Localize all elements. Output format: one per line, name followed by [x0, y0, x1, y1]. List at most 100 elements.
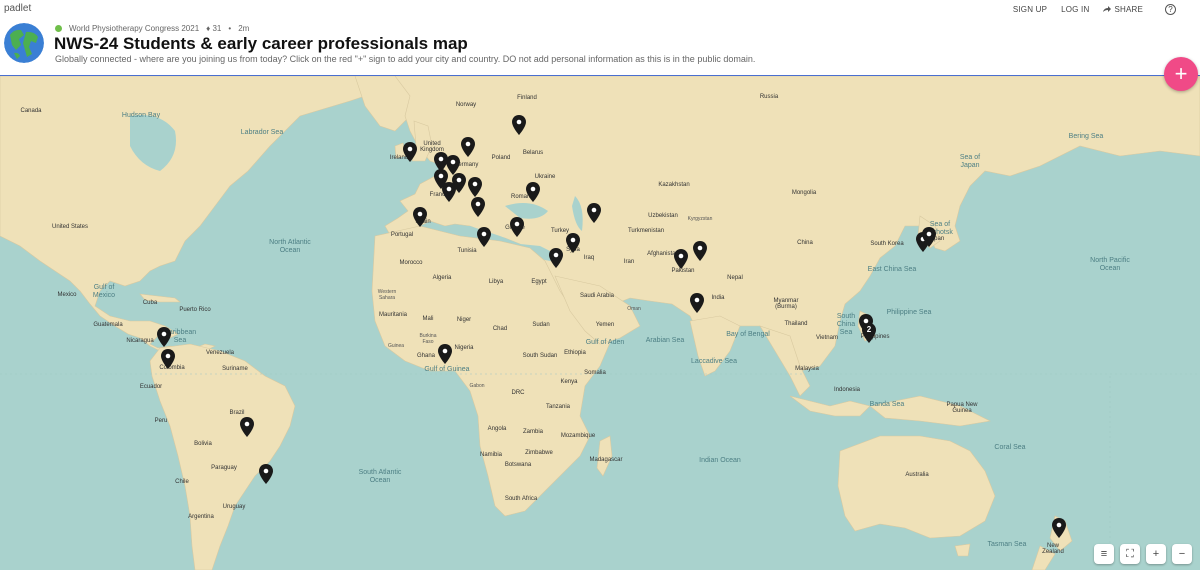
label-nepal: Nepal: [727, 275, 743, 281]
help-icon[interactable]: ?: [1165, 4, 1176, 15]
label-peru: Peru: [154, 418, 168, 424]
map-marker-japan[interactable]: [922, 227, 936, 247]
map-marker-pakistan[interactable]: [674, 249, 688, 269]
map-marker-tunisia[interactable]: [477, 227, 491, 247]
brand-logo[interactable]: padlet: [4, 3, 31, 14]
label-coral-sea: Coral Sea: [994, 444, 1026, 451]
label-drc: DRC: [511, 390, 525, 396]
map-marker-brazil[interactable]: [240, 417, 254, 437]
label-russia: Russia: [759, 94, 779, 100]
label-somalia: Somalia: [584, 370, 606, 376]
map-pin-icon: [413, 207, 427, 227]
map-pin-icon: [549, 248, 563, 268]
org-name[interactable]: World Physiotherapy Congress 2021: [69, 24, 199, 33]
share-label: SHARE: [1114, 5, 1143, 14]
label-cuba: Cuba: [142, 300, 158, 306]
label-kyrgyzstan: Kyrgyzstan: [687, 216, 713, 222]
post-count: ♦ 31: [206, 24, 222, 33]
label-iraq: Iraq: [583, 255, 595, 261]
map-marker-panama[interactable]: [157, 327, 171, 347]
map-marker-spain[interactable]: [413, 207, 427, 227]
map-marker-lebanon[interactable]: [549, 248, 563, 268]
label-mali: Mali: [422, 316, 434, 322]
label-mongolia: Mongolia: [791, 190, 817, 196]
label-ghana: Ghana: [416, 353, 436, 359]
map-marker-ireland[interactable]: [403, 142, 417, 162]
map-marker-brazil[interactable]: [259, 464, 273, 484]
share-button[interactable]: SHARE: [1103, 5, 1143, 14]
label-south-korea: South Korea: [870, 241, 904, 247]
label-botswana: Botswana: [504, 462, 532, 468]
label-mauritania: Mauritania: [378, 312, 408, 318]
label-indonesia: Indonesia: [833, 387, 861, 393]
map-marker-pakistan[interactable]: [693, 241, 707, 261]
map-marker-new-zealand[interactable]: [1052, 518, 1066, 538]
label-tanzania: Tanzania: [545, 404, 571, 410]
fullscreen-button[interactable]: ⛶: [1120, 544, 1140, 564]
label-zimbabwe: Zimbabwe: [525, 450, 553, 456]
label-nicaragua: Nicaragua: [126, 338, 154, 344]
map-marker-austria[interactable]: [468, 177, 482, 197]
page-subtitle: Globally connected - where are you joini…: [55, 54, 756, 64]
label-labrador-sea: Labrador Sea: [240, 129, 284, 136]
label-malaysia: Malaysia: [795, 366, 819, 372]
map-marker-greece[interactable]: [510, 217, 524, 237]
map-marker-finland[interactable]: [512, 115, 526, 135]
label-suriname: Suriname: [222, 366, 248, 372]
map-marker-romania[interactable]: [526, 182, 540, 202]
add-post-button[interactable]: +: [1164, 57, 1198, 91]
label-brazil: Brazil: [229, 410, 245, 416]
label-venezuela: Venezuela: [205, 350, 235, 356]
map-pin-icon: [461, 137, 475, 157]
map-marker-india[interactable]: [690, 293, 704, 313]
label-ukraine: Ukraine: [534, 174, 556, 180]
map-marker-turkey[interactable]: [566, 233, 580, 253]
label-ethiopia: Ethiopia: [564, 350, 586, 356]
label-egypt: Egypt: [531, 279, 547, 285]
label-gulf-of-aden: Gulf of Aden: [585, 339, 625, 346]
map-pin-icon: [690, 293, 704, 313]
map-pin-icon: [446, 155, 460, 175]
post-count-value: 31: [212, 24, 222, 33]
map-marker-nigeria[interactable]: [438, 344, 452, 364]
map-pin-icon: [510, 217, 524, 237]
top-nav: SIGN UP LOG IN SHARE ?: [1013, 4, 1176, 15]
map-pin-icon: [161, 349, 175, 369]
zoom-in-button[interactable]: +: [1146, 544, 1166, 564]
label-mexico: Mexico: [57, 292, 77, 298]
map-marker-philippines[interactable]: 2: [862, 323, 876, 343]
map-marker-switzerland[interactable]: [452, 173, 466, 193]
map-pin-icon: [157, 327, 171, 347]
map-pin-icon: [587, 203, 601, 223]
label-madagascar: Madagascar: [589, 457, 623, 463]
log-in-button[interactable]: LOG IN: [1061, 5, 1089, 14]
label-china: China: [797, 240, 813, 246]
label-ecuador: Ecuador: [139, 384, 163, 390]
map-marker-colombia[interactable]: [161, 349, 175, 369]
list-view-button[interactable]: ≡: [1094, 544, 1114, 564]
padlet-app: padlet SIGN UP LOG IN SHARE ? World Phys…: [0, 0, 1200, 570]
map-marker-italy[interactable]: [471, 197, 485, 217]
map-pin-icon: [477, 227, 491, 247]
label-iran: Iran: [623, 259, 635, 265]
label-east-china-sea: East China Sea: [867, 266, 917, 273]
world-map[interactable]: North Atlantic Ocean South Atlantic Ocea…: [0, 76, 1200, 570]
label-hudson-bay: Hudson Bay: [121, 112, 161, 119]
zoom-out-button[interactable]: −: [1172, 544, 1192, 564]
label-finland: Finland: [517, 95, 537, 101]
label-chile: Chile: [175, 479, 189, 485]
map-marker-georgia[interactable]: [587, 203, 601, 223]
share-arrow-icon: [1103, 6, 1112, 12]
label-uzbekistan: Uzbekistan: [648, 213, 678, 219]
sign-up-button[interactable]: SIGN UP: [1013, 5, 1047, 14]
label-namibia: Namibia: [479, 452, 503, 458]
label-portugal: Portugal: [390, 232, 414, 238]
label-belarus: Belarus: [522, 150, 544, 156]
label-nigeria: Nigeria: [454, 345, 474, 351]
label-south-china-sea: South China Sea: [836, 313, 856, 336]
map-marker-germany[interactable]: [446, 155, 460, 175]
map-marker-denmark[interactable]: [461, 137, 475, 157]
label-algeria: Algeria: [432, 275, 452, 281]
label-canada: Canada: [20, 108, 42, 114]
label-niger: Niger: [456, 317, 472, 323]
